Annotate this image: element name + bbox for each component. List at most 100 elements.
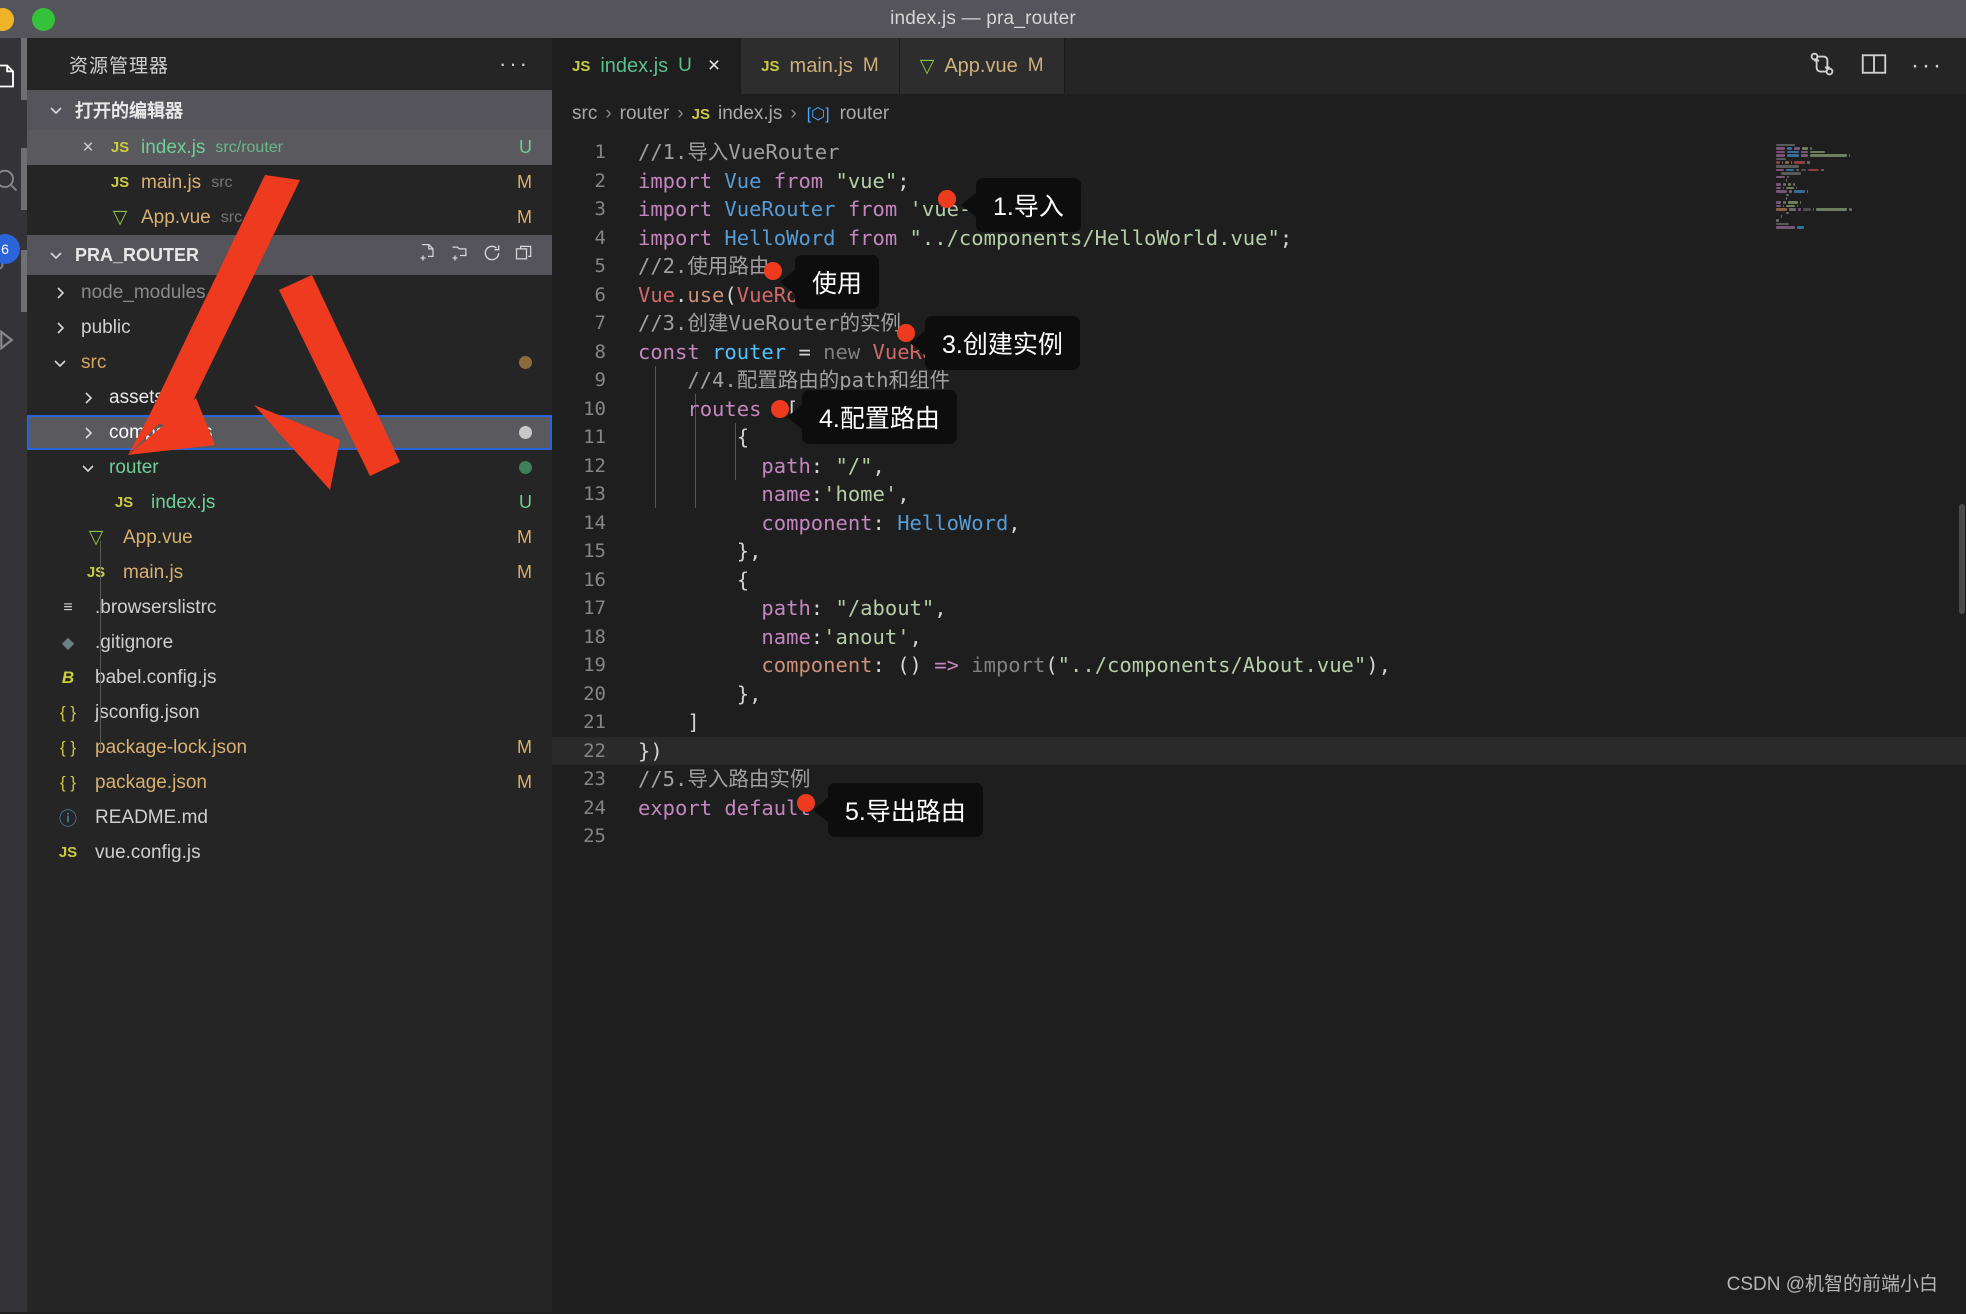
- code-editor[interactable]: 1//1.导入VueRouter 2 import Vue from "vue"; 3…: [552, 138, 1966, 851]
- tree-item-components[interactable]: components: [27, 415, 552, 450]
- tree-item-package-lock-json[interactable]: { } package-lock.json M: [27, 730, 552, 765]
- chevron-down-icon[interactable]: [51, 354, 69, 372]
- refresh-icon[interactable]: [482, 243, 502, 268]
- tree-item-babel-config-js[interactable]: Bbabel.config.js: [27, 660, 552, 695]
- line-number: 4: [594, 226, 606, 249]
- breadcrumb-item-symbol-router[interactable]: router: [840, 103, 890, 125]
- tree-item-node-modules[interactable]: node_modules: [27, 275, 552, 310]
- open-editor-item[interactable]: × JS index.js src/router U: [27, 130, 552, 165]
- tree-item-jsconfig-json[interactable]: { } jsconfig.json: [27, 695, 552, 730]
- layout-icon[interactable]: [1859, 49, 1889, 84]
- breadcrumb-item-router[interactable]: router: [620, 103, 670, 125]
- project-header[interactable]: PRA_ROUTER: [27, 235, 552, 275]
- code-line: 4 import HelloWord from "../components/He…: [552, 224, 1966, 253]
- chevron-right-icon[interactable]: [79, 389, 97, 407]
- tree-item--gitignore[interactable]: ◆ .gitignore: [27, 625, 552, 660]
- line-number: 12: [583, 454, 606, 477]
- chevron-right-icon[interactable]: [51, 319, 69, 337]
- tree-item-vue-config-js[interactable]: JS vue.config.js: [27, 835, 552, 870]
- tree-item-label: router: [109, 456, 159, 478]
- line-content: }): [638, 738, 663, 763]
- tree-item-label: index.js: [151, 491, 216, 513]
- js-file-icon: JS: [691, 105, 710, 123]
- open-editor-name: App.vue: [141, 206, 211, 228]
- search-icon[interactable]: [0, 160, 26, 200]
- close-icon[interactable]: ×: [73, 137, 103, 159]
- tree-item-assets[interactable]: assets: [27, 380, 552, 415]
- explorer-icon[interactable]: [0, 56, 26, 96]
- new-file-icon[interactable]: [418, 243, 438, 268]
- tree-item-main-js[interactable]: JS main.js M: [27, 555, 552, 590]
- tree-item-public[interactable]: public: [27, 310, 552, 345]
- tree-item-router[interactable]: router: [27, 450, 552, 485]
- breadcrumb-item-src[interactable]: src: [572, 103, 597, 125]
- window-title: index.js — pra_router: [890, 8, 1076, 29]
- watermark: CSDN @机智的前端小白: [1726, 1274, 1938, 1295]
- open-editors-header[interactable]: 打开的编辑器: [27, 90, 552, 130]
- tree-item-label: node_modules: [81, 281, 206, 303]
- code-line: 8const router = new VueRouter({: [552, 338, 1966, 367]
- tree-item-badge: M: [517, 562, 532, 582]
- line-number: 24: [583, 796, 606, 819]
- code-line: 21 ]: [552, 708, 1966, 737]
- tree-item-index-js[interactable]: JS index.js U: [27, 485, 552, 520]
- tree-item-badge: M: [517, 737, 532, 757]
- new-folder-icon[interactable]: [450, 243, 470, 268]
- tree-item-label: .browserslistrc: [95, 596, 217, 618]
- tree-item-label: assets: [109, 386, 164, 408]
- tab-index-js[interactable]: JS index.js U ×: [552, 38, 742, 94]
- line-content: component: () => import("../components/A…: [761, 653, 1391, 677]
- explorer-header: 资源管理器 ···: [27, 38, 552, 90]
- line-number: 18: [583, 625, 606, 648]
- callout-label: 5.导出路由: [828, 783, 983, 837]
- line-content: name:'home',: [761, 482, 910, 506]
- more-actions-icon[interactable]: ···: [1911, 52, 1944, 80]
- open-editor-item[interactable]: JS main.js src M: [27, 165, 552, 200]
- tab-main-js[interactable]: JS main.js M: [741, 38, 900, 94]
- breadcrumb-item-indexjs[interactable]: index.js: [718, 103, 782, 125]
- line-number: 21: [583, 711, 606, 733]
- line-content: //1.导入VueRouter: [638, 140, 840, 164]
- callout-dot: [764, 262, 782, 280]
- tab-app-vue[interactable]: ▽ App.vue M: [899, 38, 1065, 94]
- scrollbar-thumb[interactable]: [1959, 504, 1965, 614]
- chevron-right-icon[interactable]: [51, 284, 69, 302]
- code-line: 15 },: [552, 537, 1966, 566]
- tab-label: App.vue: [944, 54, 1018, 77]
- editor-tab-actions: ···: [1807, 38, 1966, 94]
- chevron-down-icon[interactable]: [79, 459, 97, 477]
- js-file-icon: JS: [86, 564, 106, 581]
- line-number: 15: [583, 540, 606, 562]
- indent-guide: [100, 541, 101, 751]
- collapse-all-icon[interactable]: [514, 243, 534, 268]
- editor-area: JS index.js U × JS main.js M ▽ App.vue M ··· src …: [552, 38, 1966, 1312]
- line-number: 11: [583, 426, 606, 448]
- line-content: import Vue from "vue";: [638, 168, 910, 193]
- minimize-button[interactable]: [0, 7, 14, 31]
- line-content: //3.创建VueRouter的实例: [638, 311, 901, 335]
- line-number: 20: [583, 682, 606, 705]
- tree-item-label: src: [81, 351, 107, 373]
- open-editor-item[interactable]: ▽ App.vue src M: [27, 200, 552, 235]
- split-editor-icon[interactable]: [1807, 49, 1837, 84]
- line-content: import HelloWord from "../components/Hel…: [638, 225, 1293, 250]
- close-icon[interactable]: ×: [708, 54, 720, 78]
- line-number: 13: [583, 483, 606, 505]
- code-line: 24export default router: [552, 794, 1966, 823]
- tree-item-label: package-lock.json: [95, 736, 248, 758]
- chevron-right-icon[interactable]: [79, 424, 97, 442]
- tree-item-package-json[interactable]: { } package.json M: [27, 765, 552, 800]
- line-number: 1: [594, 141, 606, 163]
- explorer-more-icon[interactable]: ···: [499, 51, 530, 77]
- tab-dirty-mark: M: [862, 55, 879, 76]
- activity-bar: 6: [0, 38, 27, 1312]
- maximize-button[interactable]: [32, 7, 55, 31]
- tree-item-readme-md[interactable]: ⓘ README.md: [27, 800, 552, 835]
- code-line: 25: [552, 822, 1966, 851]
- run-debug-icon[interactable]: [0, 320, 26, 360]
- minimap[interactable]: [1776, 143, 1962, 443]
- json-file-icon: { }: [59, 772, 77, 792]
- tree-item-src[interactable]: src: [27, 345, 552, 380]
- tree-item-app-vue[interactable]: ▽ App.vue M: [27, 520, 552, 555]
- tree-item--browserslistrc[interactable]: ≡ .browserslistrc: [27, 590, 552, 625]
